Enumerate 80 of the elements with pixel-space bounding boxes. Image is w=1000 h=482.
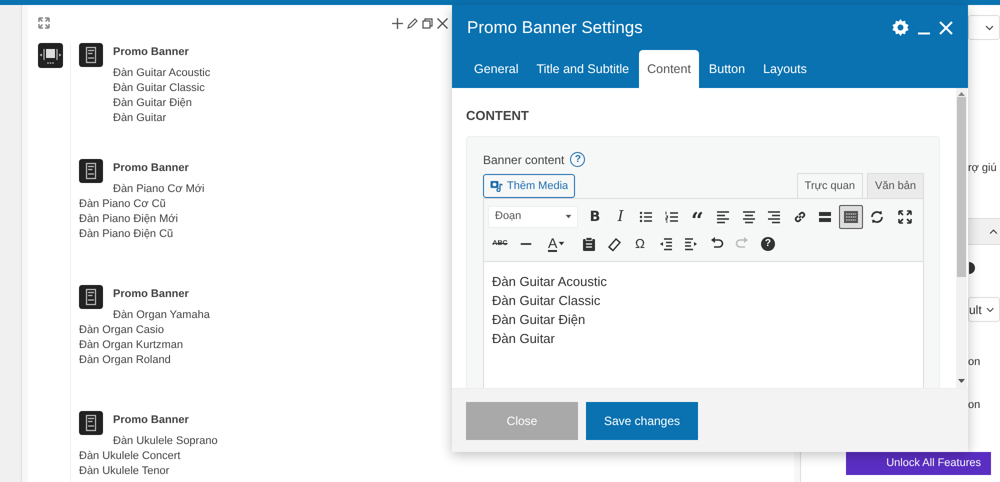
sidebar-text: rợ giú	[968, 161, 997, 176]
block-title: Promo Banner	[113, 413, 189, 428]
duplicate-icon[interactable]	[422, 18, 433, 28]
editor-tab[interactable]: Trực quan	[796, 172, 864, 198]
editor-line: Đàn Guitar Acoustic	[492, 273, 607, 291]
slider-icon	[38, 43, 63, 68]
field-label: Banner content	[483, 152, 564, 168]
save-button[interactable]: Save changes	[586, 402, 698, 440]
refresh-icon	[868, 208, 885, 224]
list-item: Đàn Organ Casio	[79, 323, 164, 338]
editor-line: Đàn Guitar	[492, 330, 555, 348]
list-item: Đàn Guitar Classic	[113, 81, 205, 96]
bold-button[interactable]: B	[583, 204, 607, 228]
list-item: Đàn Piano Điện Mới	[79, 212, 178, 227]
close-icon[interactable]	[437, 18, 448, 28]
fullscreen-icon	[897, 208, 914, 224]
eraser-icon	[606, 236, 622, 252]
tab[interactable]: General	[466, 50, 526, 88]
indent-icon	[683, 236, 700, 252]
block-title: Promo Banner	[113, 161, 189, 176]
editor-tab[interactable]: Văn bản	[867, 172, 924, 198]
block-title: Promo Banner	[113, 287, 189, 302]
list-item: Đàn Ukulele Tenor	[79, 464, 170, 479]
list-item: Đàn Piano Cơ Cũ	[79, 197, 166, 212]
toolbar-toggle-button[interactable]	[838, 204, 863, 228]
align-right-icon	[766, 208, 782, 224]
add-icon[interactable]	[392, 18, 403, 28]
format-value: Đoạn	[495, 209, 522, 224]
list-item: Đàn Guitar Điện	[113, 96, 192, 111]
modal-title: Promo Banner Settings	[467, 16, 643, 39]
editor-line: Đàn Guitar Điện	[492, 311, 586, 329]
sidebar-text: on	[968, 355, 980, 370]
blockquote-button[interactable]: “	[685, 204, 710, 228]
scroll-down-icon[interactable]	[958, 379, 965, 384]
outdent-icon	[658, 236, 674, 252]
edit-icon[interactable]	[407, 18, 418, 28]
list-item: Đàn Organ Roland	[79, 353, 171, 368]
banner-icon	[79, 159, 103, 183]
italic-button[interactable]: I	[608, 204, 633, 228]
unlock-button[interactable]: Unlock All Features	[846, 452, 991, 475]
block-title: Promo Banner	[113, 45, 189, 60]
scrollbar[interactable]	[956, 88, 967, 388]
tab[interactable]: Title and Subtitle	[528, 50, 638, 88]
help-icon[interactable]: ?	[570, 152, 586, 167]
expand-icon[interactable]	[38, 17, 50, 29]
tab[interactable]: Button	[700, 50, 754, 88]
horizontal-line-icon	[518, 242, 533, 244]
special-character-button[interactable]: Ω	[628, 232, 652, 256]
list-item: Đàn Ukulele Soprano	[113, 434, 218, 449]
editor-line: Đàn Guitar Classic	[492, 292, 600, 310]
sidebar-text: on	[968, 398, 980, 413]
scrollbar-thumb[interactable]	[957, 97, 966, 277]
toolbar-toggle-icon	[842, 208, 859, 224]
align-center-icon	[740, 208, 757, 224]
format-select[interactable]: Đoạn	[488, 206, 578, 228]
add-media-button[interactable]: Thêm Media	[483, 174, 576, 198]
toggle-knob[interactable]	[969, 262, 975, 274]
list-item: Đàn Organ Yamaha	[113, 308, 210, 323]
help-button[interactable]: ?	[756, 232, 780, 256]
tab[interactable]: Layouts	[755, 50, 815, 88]
list-item: Đàn Organ Kurtzman	[79, 338, 183, 353]
list-item: Đàn Ukulele Concert	[79, 449, 180, 464]
tab[interactable]: Content	[639, 50, 699, 88]
section-title: CONTENT	[466, 107, 530, 125]
banner-icon	[79, 43, 103, 67]
caret-icon	[564, 212, 573, 221]
list-item: Đàn Piano Cơ Mới	[113, 182, 204, 197]
banner-icon	[79, 285, 103, 309]
banner-icon	[79, 411, 103, 435]
align-left-icon	[714, 208, 731, 224]
settings-icon[interactable]	[892, 19, 909, 36]
list-item: Đàn Guitar	[113, 111, 166, 126]
select-value: ult	[969, 302, 982, 318]
paste-icon	[580, 236, 597, 252]
list-item: Đàn Piano Điện Cũ	[79, 227, 174, 242]
caret-icon	[557, 239, 566, 248]
numbered-list-icon	[664, 208, 680, 224]
list-item: Đàn Guitar Acoustic	[113, 66, 210, 81]
media-icon	[490, 179, 503, 192]
text-color-button[interactable]: A	[539, 232, 576, 256]
